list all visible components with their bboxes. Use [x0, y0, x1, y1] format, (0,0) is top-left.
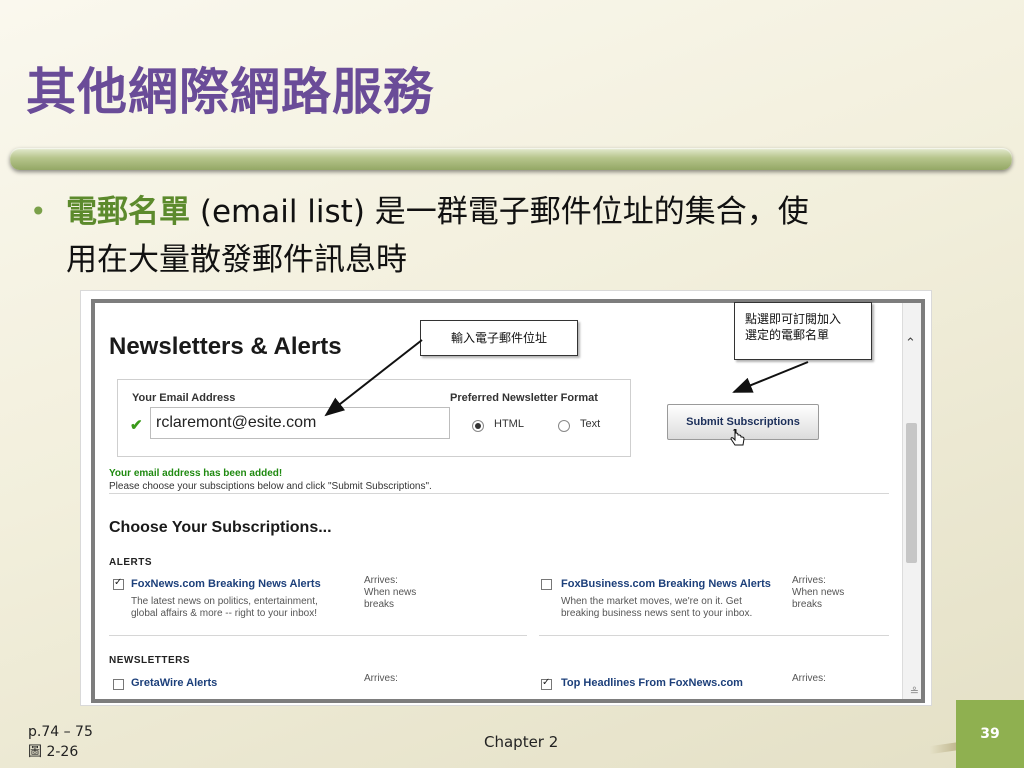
- format-label: Preferred Newsletter Format: [450, 392, 598, 404]
- resize-grip-icon[interactable]: ≗: [910, 685, 919, 698]
- bullet-text-line-1: (email list) 是一群電子郵件位址的集合，使: [190, 194, 809, 230]
- bullet-term: 電郵名單: [66, 194, 190, 230]
- page-number: 39: [980, 726, 1000, 742]
- format-html-radio[interactable]: [472, 420, 484, 432]
- gretawire-checkbox[interactable]: [113, 679, 124, 690]
- email-callout: 輸入電子郵件位址: [420, 320, 578, 356]
- hand-cursor-icon: [730, 429, 745, 446]
- foxnews-alert-arrives-2: breaks: [364, 599, 395, 610]
- alerts-section-label: ALERTS: [109, 557, 152, 568]
- top-headlines-title[interactable]: Top Headlines From FoxNews.com: [561, 677, 743, 689]
- foxbusiness-alert-desc-1: When the market moves, we're on it. Get: [561, 596, 742, 607]
- email-input[interactable]: [150, 407, 450, 439]
- vertical-scrollbar[interactable]: ⌃: [902, 303, 921, 699]
- bullet-text: 電郵名單 (email list) 是一群電子郵件位址的集合，使 用在大量散發郵…: [66, 188, 990, 284]
- chapter-label: Chapter 2: [484, 733, 559, 751]
- title-divider: [10, 148, 1012, 170]
- foxbusiness-alert-arrives-1: When news: [792, 587, 845, 598]
- submit-callout-line-1: 點選即可訂閱加入: [745, 312, 842, 326]
- submit-callout-line-2: 選定的電郵名單: [745, 328, 830, 342]
- foxnews-alert-arrives-1: When news: [364, 587, 417, 598]
- scroll-up-icon[interactable]: ⌃: [905, 335, 916, 351]
- foxbusiness-alert-title[interactable]: FoxBusiness.com Breaking News Alerts: [561, 578, 771, 590]
- foxbusiness-alert-checkbox[interactable]: [541, 579, 552, 590]
- foxnews-alert-desc-1: The latest news on politics, entertainme…: [131, 596, 318, 607]
- figure-reference: p.74 – 75 圖 2-26: [28, 722, 93, 762]
- slide-title: 其他網際網路服務: [26, 62, 434, 121]
- foxnews-alert-desc-2: global affairs & more -- right to your i…: [131, 608, 318, 619]
- newsletters-heading: Newsletters & Alerts: [109, 333, 342, 360]
- scroll-thumb[interactable]: [906, 423, 917, 563]
- foxnews-alert-arrives-label: Arrives:: [364, 575, 398, 586]
- gretawire-title[interactable]: GretaWire Alerts: [131, 677, 217, 689]
- page-number-badge: 39: [956, 700, 1024, 768]
- instruction-text: Please choose your subsciptions below an…: [109, 481, 432, 492]
- bullet-point: • 電郵名單 (email list) 是一群電子郵件位址的集合，使 用在大量散…: [30, 188, 990, 284]
- foxnews-alert-title[interactable]: FoxNews.com Breaking News Alerts: [131, 578, 321, 590]
- submit-callout: 點選即可訂閱加入 選定的電郵名單: [734, 302, 872, 360]
- email-form-box: Your Email Address ✔ Preferred Newslette…: [117, 379, 631, 457]
- bullet-text-line-2: 用在大量散發郵件訊息時: [66, 242, 407, 278]
- bullet-icon: •: [30, 195, 47, 228]
- foxbusiness-alert-arrives-2: breaks: [792, 599, 823, 610]
- gretawire-arrives-label: Arrives:: [364, 673, 398, 684]
- format-text-label: Text: [580, 418, 601, 430]
- page-reference: p.74 – 75: [28, 724, 93, 740]
- divider: [539, 635, 889, 636]
- foxbusiness-alert-desc-2: breaking business news sent to your inbo…: [561, 608, 753, 619]
- top-headlines-arrives-label: Arrives:: [792, 673, 826, 684]
- foxnews-alert-checkbox[interactable]: [113, 577, 124, 590]
- foxbusiness-alert-arrives-label: Arrives:: [792, 575, 826, 586]
- checkmark-icon: ✔: [130, 417, 143, 434]
- format-html-label: HTML: [494, 418, 524, 430]
- format-text-radio[interactable]: [558, 420, 570, 432]
- email-label: Your Email Address: [132, 392, 236, 404]
- newsletters-section-label: NEWSLETTERS: [109, 655, 191, 666]
- choose-subscriptions-heading: Choose Your Subscriptions...: [109, 519, 332, 536]
- top-headlines-checkbox[interactable]: [541, 677, 552, 690]
- figure-label: 圖 2-26: [28, 744, 79, 760]
- divider: [109, 635, 527, 636]
- confirm-message: Your email address has been added!: [109, 468, 283, 479]
- divider: [109, 493, 889, 494]
